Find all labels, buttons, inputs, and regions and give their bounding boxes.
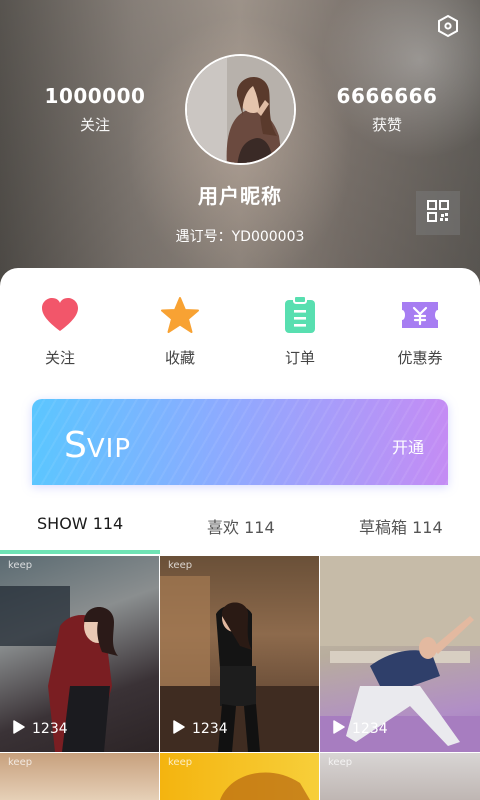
play-icon	[172, 720, 192, 738]
svip-banner[interactable]: SVIP 开通	[32, 399, 448, 485]
video-tile[interactable]: keep	[0, 753, 159, 800]
coupon-icon	[400, 300, 440, 334]
likes-count: 6666666	[336, 84, 438, 108]
video-tile[interactable]: keep	[320, 753, 480, 800]
content-tabs: SHOW 114 喜欢 114 草稿箱 114	[0, 498, 480, 556]
video-tile[interactable]: 1234	[320, 556, 480, 752]
play-count: 1234	[352, 721, 388, 737]
qr-code-icon	[426, 199, 450, 227]
tab-drafts[interactable]: 草稿箱 114	[359, 514, 443, 538]
star-icon	[161, 297, 199, 337]
following-label: 关注	[79, 116, 110, 134]
watermark: keep	[168, 560, 193, 571]
avatar[interactable]	[185, 54, 296, 165]
watermark: keep	[328, 757, 353, 768]
tab-show[interactable]: SHOW 114	[37, 514, 123, 533]
quick-action-following[interactable]: 关注	[0, 296, 120, 368]
tab-active-indicator	[0, 550, 160, 554]
following-stat[interactable]: 1000000 关注	[25, 84, 165, 135]
play-icon	[12, 720, 32, 738]
tab-likes[interactable]: 喜欢 114	[207, 514, 275, 538]
user-id: 遇订号：YD000003	[175, 229, 305, 245]
quick-action-label: 关注	[44, 349, 75, 367]
qr-code-button[interactable]	[416, 191, 460, 235]
quick-action-orders[interactable]: 订单	[240, 295, 360, 368]
quick-action-coupons[interactable]: 优惠券	[360, 296, 480, 368]
watermark: keep	[8, 757, 33, 768]
quick-action-favorites[interactable]: 收藏	[120, 296, 240, 368]
play-count-row: 1234	[172, 720, 228, 738]
svip-open-button[interactable]: 开通	[392, 434, 424, 458]
play-count-row: 1234	[332, 720, 388, 738]
watermark: keep	[168, 757, 193, 768]
video-tile[interactable]: keep 1234	[160, 556, 319, 752]
video-tile[interactable]: keep 1234	[0, 556, 159, 752]
play-count: 1234	[32, 721, 68, 737]
play-count-row: 1234	[12, 720, 68, 738]
play-count: 1234	[192, 721, 228, 737]
profile-header: 1000000 关注 6666666 获赞 用户昵称 遇订号：YD000003	[0, 0, 480, 290]
following-count: 1000000	[44, 84, 146, 108]
user-nickname: 用户昵称	[198, 184, 282, 208]
likes-label: 获赞	[371, 116, 402, 134]
watermark: keep	[8, 560, 33, 571]
quick-action-label: 订单	[284, 349, 315, 367]
settings-hexagon-icon	[436, 14, 460, 42]
svip-title: SVIP	[64, 425, 131, 466]
clipboard-icon	[284, 295, 316, 338]
avatar-photo	[187, 56, 294, 163]
likes-stat[interactable]: 6666666 获赞	[317, 84, 457, 135]
quick-action-label: 收藏	[164, 349, 195, 367]
svip-title-rest: VIP	[86, 434, 131, 464]
quick-action-label: 优惠券	[397, 349, 443, 367]
video-grid: keep 1234 keep 1234 1234 keep keep keep	[0, 556, 480, 800]
video-tile[interactable]: keep	[160, 753, 319, 800]
play-icon	[332, 720, 352, 738]
settings-button[interactable]	[434, 14, 462, 42]
heart-icon	[41, 298, 79, 336]
svip-title-initial: S	[64, 425, 87, 466]
